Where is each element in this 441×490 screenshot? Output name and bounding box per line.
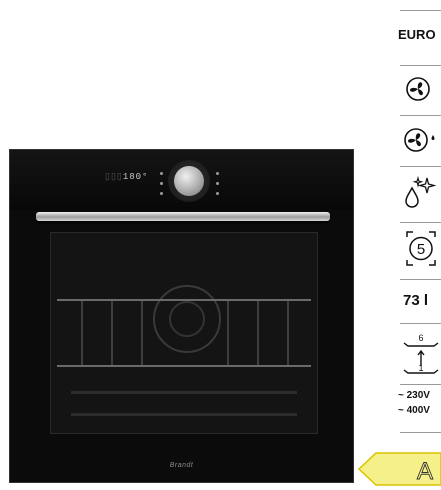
cleaning-timer-icon: 5 bbox=[406, 231, 436, 266]
divider bbox=[400, 10, 441, 11]
energy-class-label: A bbox=[358, 452, 441, 486]
indicator-dot bbox=[160, 182, 163, 185]
water-sparkle-icon bbox=[405, 176, 437, 208]
oven-rack-top bbox=[57, 299, 311, 301]
spec-column: EURO 5 73 l 6 1 ~ 230V ~ 400V bbox=[398, 0, 441, 490]
oven-product-image: ▯▯▯180° Brandt bbox=[9, 149, 354, 483]
shelf-levels-icon: 6 1 bbox=[403, 333, 439, 374]
divider bbox=[400, 222, 441, 223]
oven-rack-bottom bbox=[57, 365, 311, 367]
oven-fan-cover bbox=[153, 285, 221, 353]
rack-rod bbox=[141, 301, 143, 365]
rack-rod bbox=[81, 301, 83, 365]
oven-control-panel: ▯▯▯180° bbox=[10, 150, 353, 210]
divider bbox=[400, 115, 441, 116]
indicator-dot bbox=[160, 192, 163, 195]
euro-badge: EURO bbox=[398, 27, 436, 42]
indicator-dot bbox=[216, 192, 219, 195]
divider bbox=[400, 323, 441, 324]
energy-class-letter: A bbox=[417, 458, 433, 485]
fan-icon bbox=[406, 77, 430, 101]
divider bbox=[400, 384, 441, 385]
divider bbox=[400, 279, 441, 280]
cleaning-cycles-count: 5 bbox=[417, 241, 425, 258]
voltage-single-phase: ~ 230V bbox=[398, 390, 430, 401]
rack-rod bbox=[227, 301, 229, 365]
oven-door-handle bbox=[36, 212, 330, 221]
rack-rod bbox=[287, 301, 289, 365]
oven-temperature-display: ▯▯▯180° bbox=[105, 172, 149, 182]
divider bbox=[400, 65, 441, 66]
oven-fan-hub bbox=[169, 301, 205, 337]
capacity-value: 73 l bbox=[403, 292, 429, 309]
indicator-dot bbox=[216, 182, 219, 185]
oven-door-window bbox=[50, 232, 318, 434]
oven-control-knob-ring bbox=[168, 160, 210, 202]
fan-steam-icon bbox=[404, 128, 435, 152]
oven-control-knob bbox=[174, 166, 204, 196]
rack-rod bbox=[257, 301, 259, 365]
shelf-top-number: 6 bbox=[418, 333, 423, 343]
indicator-dot bbox=[216, 172, 219, 175]
divider bbox=[400, 166, 441, 167]
indicator-dot bbox=[160, 172, 163, 175]
oven-brand-logo: Brandt bbox=[169, 462, 194, 469]
voltage-three-phase: ~ 400V bbox=[398, 405, 430, 416]
oven-tray bbox=[71, 391, 297, 394]
shelf-bottom-number: 1 bbox=[418, 363, 423, 373]
oven-tray bbox=[71, 413, 297, 416]
rack-rod bbox=[111, 301, 113, 365]
divider bbox=[400, 432, 441, 433]
